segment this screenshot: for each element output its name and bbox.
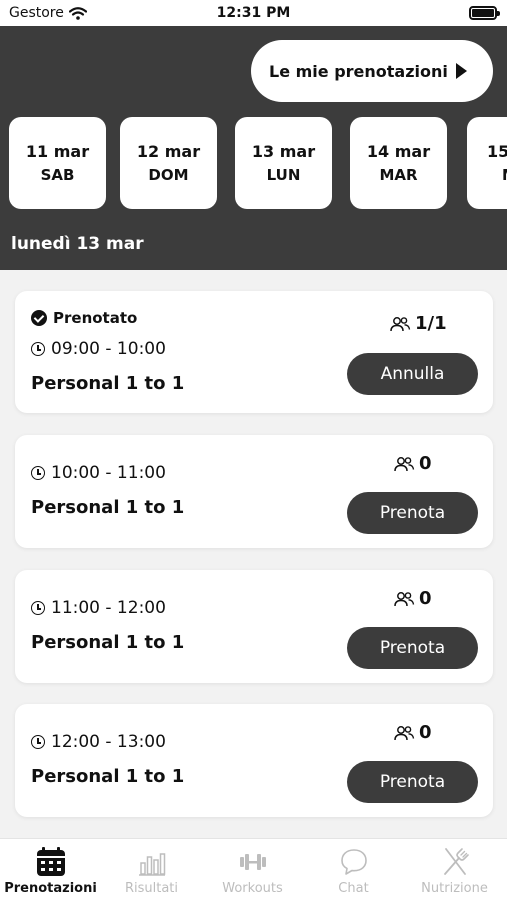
- day-chip[interactable]: 12 mar DOM: [120, 117, 217, 209]
- tab-label: Workouts: [222, 881, 283, 896]
- day-weekday: MAR: [379, 166, 418, 184]
- day-date: 14 mar: [366, 142, 431, 161]
- day-date: 13 mar: [251, 142, 316, 161]
- clock-icon: [31, 342, 45, 356]
- slot-card: Prenotato 09:00 - 10:00 Personal 1 to 1 …: [15, 291, 493, 413]
- day-date: 11 mar: [25, 142, 90, 161]
- book-button[interactable]: Prenota: [347, 761, 478, 803]
- tab-chat[interactable]: Chat: [303, 845, 404, 896]
- chat-bubble-icon: [340, 849, 367, 875]
- tab-label: Prenotazioni: [4, 881, 97, 896]
- play-arrow-icon: [456, 63, 467, 79]
- day-chip[interactable]: 14 mar MAR: [350, 117, 447, 209]
- selected-date-label: lunedì 13 mar: [11, 234, 144, 254]
- participants-value: 0: [419, 722, 432, 743]
- tab-workouts[interactable]: Workouts: [202, 845, 303, 896]
- day-weekday: SAB: [40, 166, 75, 184]
- users-icon: [394, 725, 415, 740]
- participants-count: 1/1: [389, 313, 447, 334]
- day-chip[interactable]: 15 M: [467, 117, 507, 209]
- book-button[interactable]: Prenota: [347, 492, 478, 534]
- slot-card: 12:00 - 13:00 Personal 1 to 1 0 Prenota: [15, 704, 493, 817]
- cancel-button[interactable]: Annulla: [347, 353, 478, 395]
- day-weekday: LUN: [266, 166, 301, 184]
- participants-count: 0: [393, 453, 432, 474]
- slot-title: Personal 1 to 1: [31, 632, 185, 653]
- users-icon: [394, 456, 415, 471]
- slot-title: Personal 1 to 1: [31, 497, 185, 518]
- participants-value: 0: [419, 588, 432, 609]
- my-bookings-button[interactable]: Le mie prenotazioni: [251, 40, 493, 102]
- users-icon: [394, 591, 415, 606]
- slot-time: 09:00 - 10:00: [31, 339, 166, 359]
- check-circle-icon: [31, 310, 47, 326]
- participants-count: 0: [393, 588, 432, 609]
- tab-risultati[interactable]: Risultati: [101, 845, 202, 896]
- slot-time-label: 11:00 - 12:00: [51, 598, 166, 618]
- day-weekday: DOM: [148, 166, 189, 184]
- tab-nutrizione[interactable]: Nutrizione: [404, 845, 505, 896]
- book-button[interactable]: Prenota: [347, 627, 478, 669]
- dumbbell-icon: [239, 854, 266, 870]
- users-icon: [390, 316, 411, 331]
- tab-prenotazioni[interactable]: Prenotazioni: [0, 845, 101, 896]
- booked-status-label: Prenotato: [53, 309, 138, 327]
- clock-icon: [31, 735, 45, 749]
- participants-count: 0: [393, 722, 432, 743]
- status-bar: Gestore 12:31 PM: [0, 0, 507, 26]
- day-chip-selected[interactable]: 13 mar LUN: [235, 117, 332, 209]
- slot-time: 12:00 - 13:00: [31, 732, 166, 752]
- day-chip[interactable]: 11 mar SAB: [9, 117, 106, 209]
- bottom-tab-bar: Prenotazioni Risultati Workouts Chat Nut…: [0, 838, 507, 900]
- tab-label: Risultati: [124, 881, 179, 896]
- slot-card: 11:00 - 12:00 Personal 1 to 1 0 Prenota: [15, 570, 493, 683]
- slot-card: 10:00 - 11:00 Personal 1 to 1 0 Prenota: [15, 435, 493, 548]
- calendar-icon: [36, 847, 65, 876]
- slot-time-label: 10:00 - 11:00: [51, 463, 166, 483]
- bar-chart-icon: [138, 853, 165, 876]
- day-date: 15: [487, 142, 507, 161]
- slot-time: 11:00 - 12:00: [31, 598, 166, 618]
- battery-icon: [469, 6, 500, 20]
- slot-time-label: 09:00 - 10:00: [51, 339, 166, 359]
- participants-value: 0: [419, 453, 432, 474]
- my-bookings-label: Le mie prenotazioni: [269, 61, 448, 81]
- slot-time: 10:00 - 11:00: [31, 463, 166, 483]
- fork-knife-icon: [443, 848, 469, 875]
- clock-time: 12:31 PM: [216, 5, 291, 21]
- tab-label: Chat: [338, 881, 369, 896]
- tab-label: Nutrizione: [421, 881, 488, 896]
- booked-status: Prenotato: [31, 309, 137, 327]
- day-weekday: M: [487, 163, 507, 187]
- booking-header: Le mie prenotazioni 11 mar SAB 12 mar DO…: [0, 26, 507, 270]
- clock-icon: [31, 601, 45, 615]
- slot-time-label: 12:00 - 13:00: [51, 732, 166, 752]
- day-selector[interactable]: 11 mar SAB 12 mar DOM 13 mar LUN 14 mar …: [9, 117, 507, 209]
- slot-title: Personal 1 to 1: [31, 373, 185, 394]
- clock-icon: [31, 466, 45, 480]
- participants-value: 1/1: [415, 313, 447, 334]
- slot-title: Personal 1 to 1: [31, 766, 185, 787]
- day-date: 12 mar: [136, 142, 201, 161]
